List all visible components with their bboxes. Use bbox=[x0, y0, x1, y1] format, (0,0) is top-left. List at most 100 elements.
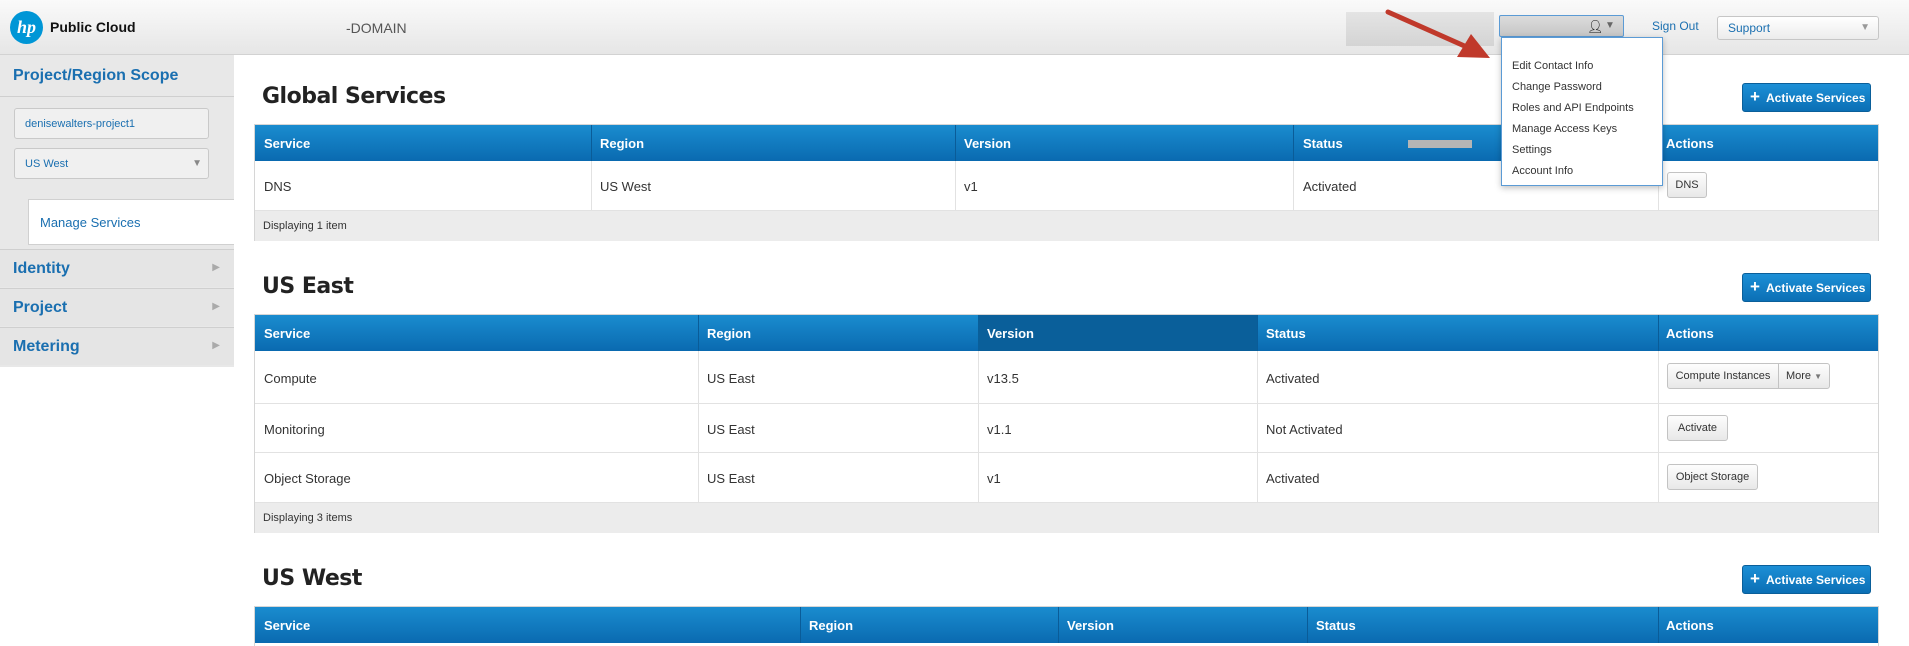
divider bbox=[1257, 315, 1258, 351]
chevron-right-icon: ▶ bbox=[212, 301, 220, 312]
menu-item-manage-access-keys[interactable]: Manage Access Keys bbox=[1512, 123, 1617, 135]
cell-region: US East bbox=[707, 371, 755, 386]
app-title: Public Cloud bbox=[50, 19, 136, 35]
cell-region: US East bbox=[707, 471, 755, 486]
menu-item-edit-contact-info[interactable]: Edit Contact Info bbox=[1512, 60, 1593, 72]
column-header: Actions bbox=[1666, 136, 1714, 151]
table-header: Service Region Version Status Actions bbox=[255, 315, 1878, 351]
divider bbox=[1658, 453, 1659, 503]
sidebar-item-label: Identity bbox=[13, 260, 70, 277]
cell-region: US West bbox=[600, 179, 652, 194]
sidebar-item-project[interactable]: Project ▶ bbox=[0, 288, 234, 326]
row-count: Displaying 3 items bbox=[263, 512, 353, 524]
us-west-table: Service Region Version Status Actions bbox=[254, 606, 1879, 646]
table-header: Service Region Version Status Actions bbox=[255, 607, 1878, 643]
divider bbox=[591, 161, 592, 211]
cell-service: Object Storage bbox=[264, 471, 351, 486]
table-row: Compute US East v13.5 Activated Compute … bbox=[255, 351, 1878, 404]
chevron-right-icon: ▶ bbox=[212, 340, 220, 351]
cell-version: v1.1 bbox=[987, 422, 1012, 437]
menu-item-roles-api-endpoints[interactable]: Roles and API Endpoints bbox=[1512, 102, 1634, 114]
activate-services-button[interactable]: + Activate Services bbox=[1742, 565, 1871, 594]
more-label: More bbox=[1785, 370, 1812, 382]
divider bbox=[1293, 161, 1294, 211]
activate-services-label: Activate Services bbox=[1766, 91, 1866, 105]
chevron-down-icon: ▼ bbox=[1814, 372, 1823, 381]
cell-service: DNS bbox=[264, 179, 292, 194]
sidebar-item-label: Manage Services bbox=[40, 215, 141, 230]
divider bbox=[591, 125, 592, 161]
column-header: Version bbox=[1067, 618, 1114, 633]
more-dropdown-button[interactable]: More ▼ bbox=[1778, 363, 1830, 389]
section-title-global: Global Services bbox=[262, 84, 446, 109]
divider bbox=[0, 96, 234, 97]
divider bbox=[698, 315, 699, 351]
divider bbox=[698, 453, 699, 503]
chevron-down-icon: ▼ bbox=[1605, 20, 1615, 31]
activate-button[interactable]: Activate bbox=[1667, 415, 1728, 441]
support-label: Support bbox=[1728, 21, 1771, 35]
cell-version: v1 bbox=[964, 179, 978, 194]
chevron-right-icon: ▶ bbox=[212, 262, 220, 273]
divider bbox=[978, 453, 979, 503]
cell-service: Monitoring bbox=[264, 422, 325, 437]
column-header[interactable]: Version bbox=[987, 326, 1034, 341]
sidebar-item-metering[interactable]: Metering ▶ bbox=[0, 327, 234, 365]
divider bbox=[955, 161, 956, 211]
divider bbox=[978, 351, 979, 404]
divider bbox=[1257, 453, 1258, 503]
cell-service: Compute bbox=[264, 371, 317, 386]
divider bbox=[1658, 351, 1659, 404]
divider bbox=[1058, 607, 1059, 643]
sidebar-item-label: Metering bbox=[13, 338, 80, 355]
column-header: Service bbox=[264, 136, 311, 151]
domain-label: -DOMAIN bbox=[346, 20, 407, 36]
us-east-table: Service Region Version Status Actions Co… bbox=[254, 314, 1879, 533]
activate-services-label: Activate Services bbox=[1766, 281, 1866, 295]
column-header: Service bbox=[264, 326, 311, 341]
divider bbox=[1658, 607, 1659, 643]
cell-status: Not Activated bbox=[1266, 422, 1343, 437]
section-title-us-west: US West bbox=[262, 566, 362, 591]
sidebar: Project/Region Scope denisewalters-proje… bbox=[0, 55, 234, 367]
chevron-down-icon: ▼ bbox=[192, 158, 202, 169]
column-header: Service bbox=[264, 618, 311, 633]
row-count: Displaying 1 item bbox=[263, 220, 347, 232]
cell-status: Activated bbox=[1266, 371, 1320, 386]
sign-out-link[interactable]: Sign Out bbox=[1652, 19, 1699, 33]
user-dropdown-menu: Edit Contact Info Change Password Roles … bbox=[1501, 37, 1663, 186]
column-header: Region bbox=[600, 136, 645, 151]
sidebar-title: Project/Region Scope bbox=[13, 67, 179, 84]
divider bbox=[1658, 315, 1659, 351]
activate-services-label: Activate Services bbox=[1766, 573, 1866, 587]
project-selector[interactable]: denisewalters-project1 bbox=[14, 108, 209, 139]
activate-services-button[interactable]: + Activate Services bbox=[1742, 273, 1871, 302]
region-select-label: US West bbox=[25, 158, 69, 170]
sidebar-item-identity[interactable]: Identity ▶ bbox=[0, 249, 234, 287]
activate-services-button[interactable]: + Activate Services bbox=[1742, 83, 1871, 112]
user-icon: 👤︎ bbox=[1587, 19, 1604, 34]
menu-item-change-password[interactable]: Change Password bbox=[1512, 81, 1602, 93]
red-arrow-annotation bbox=[1385, 9, 1490, 58]
table-footer: Displaying 1 item bbox=[255, 211, 1878, 241]
menu-item-account-info[interactable]: Account Info bbox=[1512, 165, 1573, 177]
region-select[interactable]: US West ▼ bbox=[14, 148, 209, 179]
table-footer: Displaying 3 items bbox=[255, 503, 1878, 533]
divider bbox=[1658, 404, 1659, 453]
sidebar-item-manage-services[interactable]: Manage Services bbox=[28, 199, 234, 245]
menu-item-settings[interactable]: Settings bbox=[1512, 144, 1552, 156]
divider bbox=[1307, 607, 1308, 643]
divider bbox=[955, 125, 956, 161]
object-storage-button[interactable]: Object Storage bbox=[1667, 464, 1758, 490]
plus-icon: + bbox=[1750, 87, 1760, 106]
table-row: Object Storage US East v1 Activated Obje… bbox=[255, 453, 1878, 503]
divider bbox=[800, 607, 801, 643]
hp-logo[interactable]: hp bbox=[10, 11, 43, 44]
user-menu-button[interactable]: 👤︎ ▼ bbox=[1499, 15, 1624, 37]
dns-button[interactable]: DNS bbox=[1667, 172, 1707, 198]
compute-instances-button[interactable]: Compute Instances bbox=[1667, 363, 1779, 389]
chevron-down-icon: ▼ bbox=[1860, 22, 1870, 33]
support-select[interactable]: Support ▼ bbox=[1717, 16, 1879, 40]
divider bbox=[698, 351, 699, 404]
plus-icon: + bbox=[1750, 277, 1760, 296]
